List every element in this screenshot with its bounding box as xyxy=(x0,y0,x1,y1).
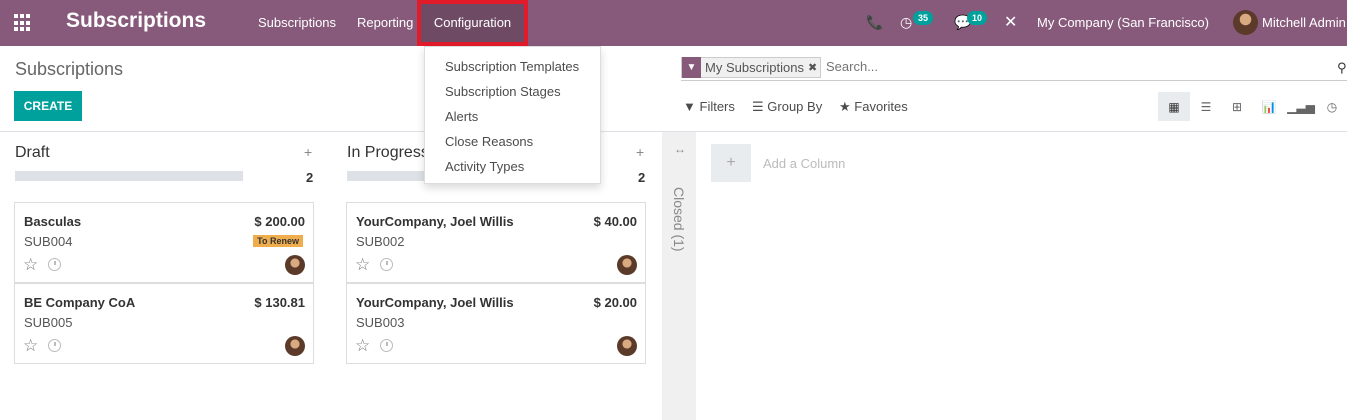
facet-remove-icon[interactable]: ✖ xyxy=(808,61,820,74)
card-name: YourCompany, Joel Willis xyxy=(356,295,514,310)
column-title-draft[interactable]: Draft xyxy=(15,144,50,162)
clock-icon: ◷ xyxy=(1326,99,1338,114)
activity-view-button[interactable]: ◷ xyxy=(1316,92,1347,121)
group-by-label: Group By xyxy=(767,99,823,114)
top-navbar: Subscriptions Subscriptions Reporting Co… xyxy=(0,0,1347,46)
menu-activity-types[interactable]: Activity Types xyxy=(445,159,524,174)
search-bar: ▼ My Subscriptions ✖ ⚲ xyxy=(681,56,1347,81)
favorite-star-icon[interactable]: ☆ xyxy=(355,255,370,275)
search-facet: ▼ My Subscriptions ✖ xyxy=(681,57,822,78)
activity-clock-icon[interactable]: ◷ xyxy=(900,14,912,31)
star-icon: ★ xyxy=(839,99,851,114)
card-tag: To Renew xyxy=(253,235,303,247)
card-amount: $ 20.00 xyxy=(593,295,637,310)
menu-alerts[interactable]: Alerts xyxy=(445,109,478,124)
menu-close-reasons[interactable]: Close Reasons xyxy=(445,134,533,149)
kanban-card[interactable]: YourCompany, Joel Willis $ 20.00 SUB003 … xyxy=(346,283,646,364)
activity-clock-icon[interactable] xyxy=(380,339,393,352)
menu-subscriptions[interactable]: Subscriptions xyxy=(258,15,336,30)
filter-icon: ▼ xyxy=(683,99,696,114)
menu-configuration[interactable]: Configuration xyxy=(417,0,528,46)
graph-view-button[interactable]: 📊 xyxy=(1253,92,1285,121)
pivot-view-button[interactable]: ⊞ xyxy=(1221,92,1253,121)
salesperson-avatar xyxy=(285,336,305,356)
apps-menu-icon[interactable] xyxy=(14,14,32,32)
filters-label: Filters xyxy=(699,99,735,114)
activity-clock-icon[interactable] xyxy=(48,339,61,352)
card-reference: SUB002 xyxy=(356,234,405,249)
card-name: YourCompany, Joel Willis xyxy=(356,214,514,229)
bar-chart-icon: 📊 xyxy=(1261,99,1277,114)
breadcrumb-title: Subscriptions xyxy=(15,59,124,79)
menu-subscription-templates[interactable]: Subscription Templates xyxy=(445,59,579,74)
app-brand[interactable]: Subscriptions xyxy=(66,9,206,33)
expand-arrows-icon[interactable]: ↔ xyxy=(674,142,686,156)
closed-column-folded[interactable]: ↔ Closed (1) xyxy=(662,132,696,420)
card-reference: SUB004 xyxy=(24,234,73,249)
kanban-card[interactable]: Basculas $ 200.00 SUB004 To Renew ☆ xyxy=(14,202,314,283)
column-count: 2 xyxy=(306,170,314,185)
column-progress-bar[interactable] xyxy=(15,171,243,181)
quick-create-plus-icon[interactable]: + xyxy=(304,144,312,160)
table-icon: ⊞ xyxy=(1231,99,1243,114)
debug-tools-icon[interactable]: ✕ xyxy=(1004,12,1017,32)
favorites-label: Favorites xyxy=(854,99,908,114)
favorite-star-icon[interactable]: ☆ xyxy=(23,255,38,275)
add-column-label[interactable]: Add a Column xyxy=(763,156,845,171)
favorite-star-icon[interactable]: ☆ xyxy=(355,336,370,356)
phone-icon[interactable]: 📞 xyxy=(866,14,883,31)
closed-column-label: Closed (1) xyxy=(671,187,687,252)
favorite-star-icon[interactable]: ☆ xyxy=(23,336,38,356)
salesperson-avatar xyxy=(285,255,305,275)
message-badge: 10 xyxy=(967,11,988,25)
card-reference: SUB003 xyxy=(356,315,405,330)
kanban-card[interactable]: BE Company CoA $ 130.81 SUB005 ☆ xyxy=(14,283,314,364)
column-count: 2 xyxy=(638,170,646,185)
user-menu[interactable]: Mitchell Admin xyxy=(1262,15,1347,30)
signal-icon: ▁▃▅ xyxy=(1287,99,1315,114)
search-icon[interactable]: ⚲ xyxy=(1337,60,1347,76)
user-avatar[interactable] xyxy=(1233,10,1258,35)
list-icon: ☰ xyxy=(1200,99,1212,114)
column-title-in-progress[interactable]: In Progress xyxy=(347,144,429,162)
add-column-button[interactable]: + xyxy=(711,144,751,182)
salesperson-avatar xyxy=(617,336,637,356)
cohort-view-button[interactable]: ▁▃▅ xyxy=(1285,92,1317,121)
kanban-view-button[interactable]: ▦ xyxy=(1158,92,1190,121)
filters-button[interactable]: ▼ Filters xyxy=(683,99,735,114)
card-name: BE Company CoA xyxy=(24,295,136,310)
list-view-button[interactable]: ☰ xyxy=(1190,92,1222,121)
kanban-icon: ▦ xyxy=(1168,99,1180,114)
activity-clock-icon[interactable] xyxy=(380,258,393,271)
search-input[interactable] xyxy=(826,59,1306,74)
card-amount: $ 40.00 xyxy=(593,214,637,229)
card-reference: SUB005 xyxy=(24,315,73,330)
facet-label: My Subscriptions xyxy=(705,60,804,75)
company-switcher[interactable]: My Company (San Francisco) xyxy=(1037,15,1209,30)
menu-subscription-stages[interactable]: Subscription Stages xyxy=(445,84,561,99)
quick-create-plus-icon[interactable]: + xyxy=(636,144,644,160)
card-amount: $ 130.81 xyxy=(254,295,305,310)
create-button[interactable]: CREATE xyxy=(14,91,82,121)
bars-icon: ☰ xyxy=(752,99,764,114)
activity-clock-icon[interactable] xyxy=(48,258,61,271)
card-amount: $ 200.00 xyxy=(254,214,305,229)
menu-reporting[interactable]: Reporting xyxy=(357,15,413,30)
kanban-card[interactable]: YourCompany, Joel Willis $ 40.00 SUB002 … xyxy=(346,202,646,283)
salesperson-avatar xyxy=(617,255,637,275)
favorites-button[interactable]: ★ Favorites xyxy=(839,99,908,115)
card-name: Basculas xyxy=(24,214,82,229)
activity-badge: 35 xyxy=(913,11,934,25)
filter-facet-icon: ▼ xyxy=(682,57,701,78)
configuration-dropdown: Subscription Templates Subscription Stag… xyxy=(424,46,601,184)
group-by-button[interactable]: ☰ Group By xyxy=(752,99,822,115)
